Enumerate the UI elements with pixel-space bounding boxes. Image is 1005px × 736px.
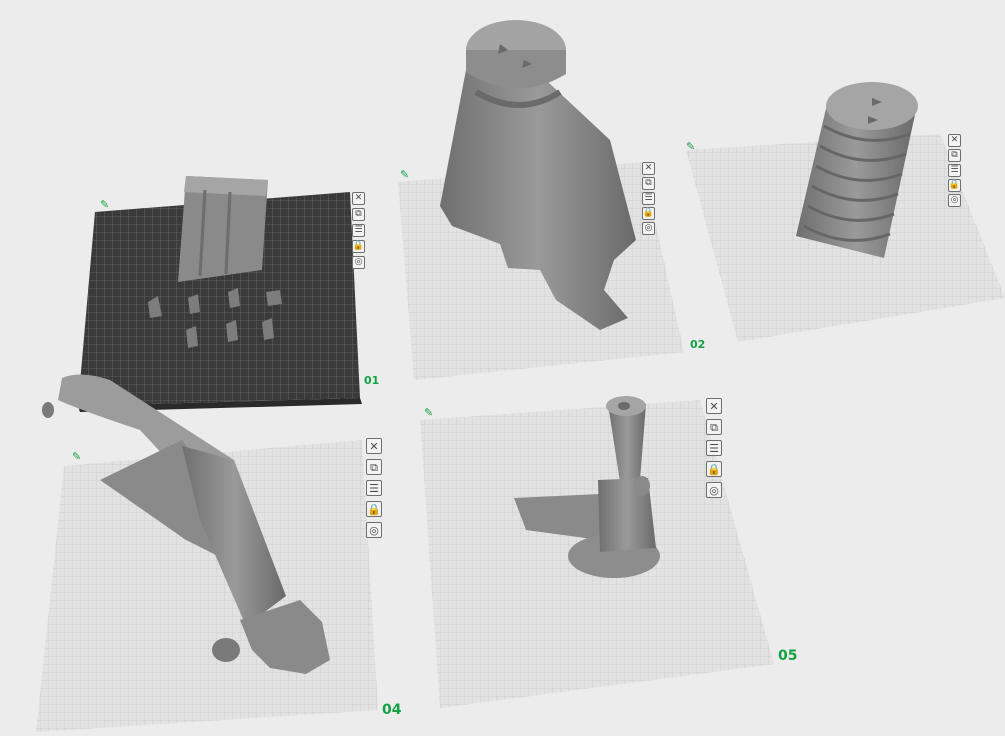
settings-icon[interactable]: ◎ [948, 194, 961, 207]
auto-orient-icon[interactable]: ⧉ [642, 177, 655, 190]
close-icon[interactable]: ✕ [642, 162, 655, 175]
model-magazine[interactable] [178, 176, 268, 282]
lock-icon[interactable]: 🔒 [948, 179, 961, 192]
auto-orient-icon[interactable]: ⧉ [352, 208, 365, 221]
auto-orient-icon[interactable]: ⧉ [366, 459, 382, 475]
arrange-icon[interactable]: ☰ [948, 164, 961, 177]
lock-icon[interactable]: 🔒 [642, 207, 655, 220]
close-icon[interactable]: ✕ [706, 398, 722, 414]
edit-icon[interactable]: ✎ [400, 168, 409, 181]
plate-number-05: 05 [778, 648, 798, 664]
lock-icon[interactable]: 🔒 [366, 501, 382, 517]
auto-orient-icon[interactable]: ⧉ [948, 149, 961, 162]
lock-icon[interactable]: 🔒 [706, 461, 722, 477]
edit-icon[interactable]: ✎ [424, 406, 433, 419]
plate-number-01: 01 [364, 374, 380, 387]
arrange-icon[interactable]: ☰ [706, 440, 722, 456]
auto-orient-icon[interactable]: ⧉ [706, 419, 722, 435]
settings-icon[interactable]: ◎ [352, 256, 365, 269]
close-icon[interactable]: ✕ [366, 438, 382, 454]
settings-icon[interactable]: ◎ [706, 482, 722, 498]
lock-icon[interactable]: 🔒 [352, 240, 365, 253]
plate-toolbar-04: ✕ ⧉ ☰ 🔒 ◎ [366, 438, 382, 538]
close-icon[interactable]: ✕ [352, 192, 365, 205]
settings-icon[interactable]: ◎ [366, 522, 382, 538]
3d-viewport[interactable] [0, 0, 1005, 736]
plate-toolbar-01: ✕ ⧉ ☰ 🔒 ◎ [352, 192, 365, 269]
plate-toolbar-02: ✕ ⧉ ☰ 🔒 ◎ [642, 162, 655, 235]
close-icon[interactable]: ✕ [948, 134, 961, 147]
arrange-icon[interactable]: ☰ [352, 224, 365, 237]
arrange-icon[interactable]: ☰ [642, 192, 655, 205]
plate-number-04: 04 [382, 702, 402, 718]
settings-icon[interactable]: ◎ [642, 222, 655, 235]
edit-icon[interactable]: ✎ [686, 140, 695, 153]
plate-toolbar-03: ✕ ⧉ ☰ 🔒 ◎ [948, 134, 961, 207]
arrange-icon[interactable]: ☰ [366, 480, 382, 496]
plate-number-02: 02 [690, 338, 706, 351]
plate-toolbar-05: ✕ ⧉ ☰ 🔒 ◎ [706, 398, 722, 498]
edit-icon[interactable]: ✎ [72, 450, 81, 463]
edit-icon[interactable]: ✎ [100, 198, 109, 211]
